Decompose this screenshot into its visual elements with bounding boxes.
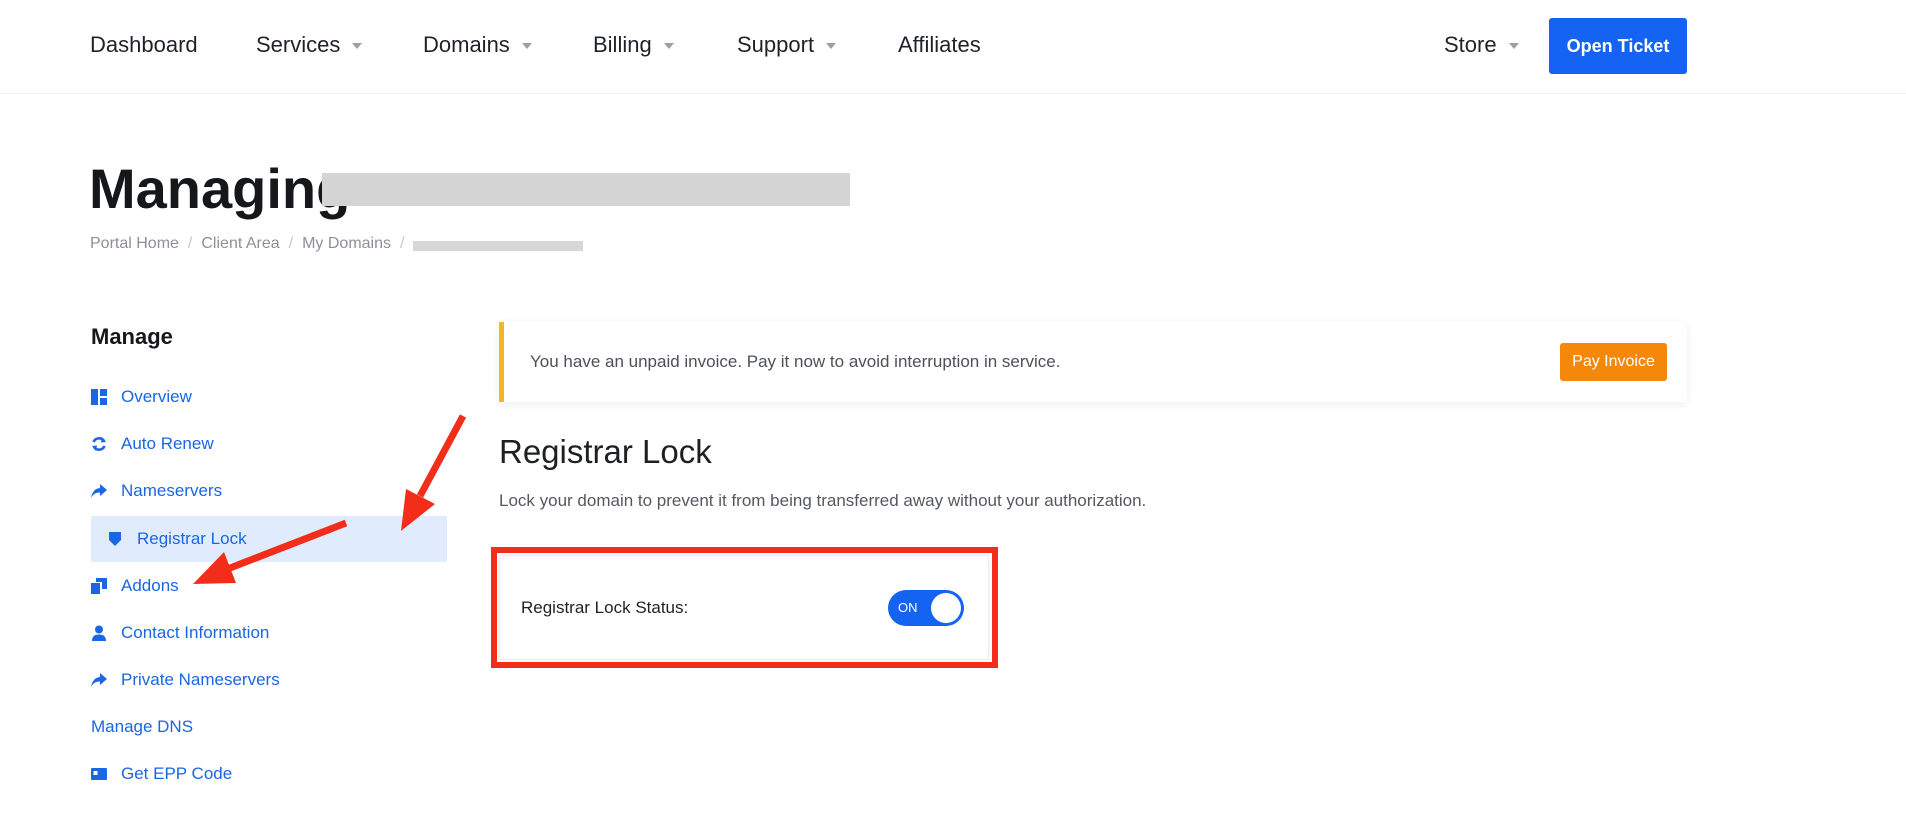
- sidebar-item-label: Auto Renew: [121, 434, 214, 453]
- alert-message: You have an unpaid invoice. Pay it now t…: [530, 352, 1061, 371]
- shield-icon: [109, 532, 121, 546]
- sidebar-item-overview[interactable]: Overview: [91, 387, 192, 407]
- annotation-arrow: [401, 414, 467, 531]
- unpaid-invoice-alert: You have an unpaid invoice. Pay it now t…: [499, 322, 1687, 402]
- sidebar-item-label: Manage DNS: [91, 717, 194, 736]
- sidebar-item-label: Nameservers: [121, 481, 223, 500]
- id-card-icon: [91, 768, 107, 780]
- sidebar-item-nameservers[interactable]: Nameservers: [91, 481, 222, 501]
- breadcrumb: Portal Home / Client Area / My Domains /: [90, 235, 584, 253]
- sidebar-item-label: Private Nameservers: [121, 670, 280, 689]
- nav-billing[interactable]: Billing: [593, 32, 674, 58]
- caret-down-icon: [521, 43, 532, 49]
- sidebar-item-addons[interactable]: Addons: [91, 576, 179, 596]
- nav-services-label: Services: [256, 32, 341, 57]
- sidebar-item-get-epp-code[interactable]: Get EPP Code: [91, 764, 232, 784]
- caret-down-icon: [1508, 43, 1519, 49]
- highlight-annotation-box: [491, 547, 998, 668]
- user-icon: [92, 625, 106, 641]
- share-arrow-icon: [91, 673, 107, 687]
- caret-down-icon: [826, 43, 837, 49]
- nav-affiliates-label: Affiliates: [898, 32, 981, 57]
- breadcrumb-separator: /: [288, 235, 294, 252]
- breadcrumb-client-area[interactable]: Client Area: [201, 235, 279, 253]
- nav-store[interactable]: Store: [1444, 32, 1519, 58]
- sidebar-item-contact-information[interactable]: Contact Information: [91, 623, 269, 643]
- sidebar-item-registrar-lock[interactable]: Registrar Lock: [91, 516, 447, 562]
- sidebar-item-label: Get EPP Code: [121, 764, 233, 783]
- refresh-icon: [92, 437, 106, 451]
- sidebar-item-label: Addons: [121, 576, 179, 595]
- sidebar-item-auto-renew[interactable]: Auto Renew: [91, 434, 214, 454]
- nav-domains-label: Domains: [423, 32, 510, 57]
- top-navigation-bar: Dashboard Services Domains Billing Suppo…: [0, 0, 1906, 94]
- sidebar-heading: Manage: [91, 324, 173, 349]
- nav-dashboard[interactable]: Dashboard: [90, 32, 198, 58]
- sidebar-item-private-nameservers[interactable]: Private Nameservers: [91, 670, 280, 690]
- sidebar-item-manage-dns[interactable]: Manage DNS: [91, 717, 193, 737]
- breadcrumb-my-domains[interactable]: My Domains: [302, 235, 391, 253]
- breadcrumb-portal-home[interactable]: Portal Home: [90, 235, 179, 253]
- caret-down-icon: [663, 43, 674, 49]
- redacted-domain-name: [322, 173, 850, 206]
- caret-down-icon: [352, 43, 363, 49]
- sidebar-item-label: Contact Information: [121, 623, 270, 642]
- nav-dashboard-label: Dashboard: [90, 32, 198, 57]
- breadcrumb-separator: /: [400, 235, 405, 252]
- nav-support[interactable]: Support: [737, 32, 837, 58]
- open-ticket-button[interactable]: Open Ticket: [1549, 18, 1687, 74]
- pay-invoice-button[interactable]: Pay Invoice: [1560, 343, 1667, 381]
- dashboard-icon: [91, 389, 107, 405]
- nav-billing-label: Billing: [593, 32, 652, 57]
- annotation-arrows: [193, 414, 467, 584]
- section-description: Lock your domain to prevent it from bein…: [499, 491, 1147, 510]
- nav-support-label: Support: [737, 32, 815, 57]
- nav-store-label: Store: [1444, 32, 1497, 57]
- share-arrow-icon: [91, 484, 107, 498]
- sidebar-item-label: Overview: [121, 387, 192, 406]
- nav-domains[interactable]: Domains: [423, 32, 532, 58]
- nav-affiliates[interactable]: Affiliates: [898, 32, 981, 58]
- clone-icon: [91, 578, 107, 594]
- nav-services[interactable]: Services: [256, 32, 363, 58]
- breadcrumb-separator: /: [187, 235, 193, 252]
- sidebar-item-label: Registrar Lock: [137, 529, 247, 548]
- section-title: Registrar Lock: [499, 433, 712, 470]
- breadcrumb-redacted-domain: [413, 240, 584, 251]
- page-title: Managing: [89, 157, 351, 220]
